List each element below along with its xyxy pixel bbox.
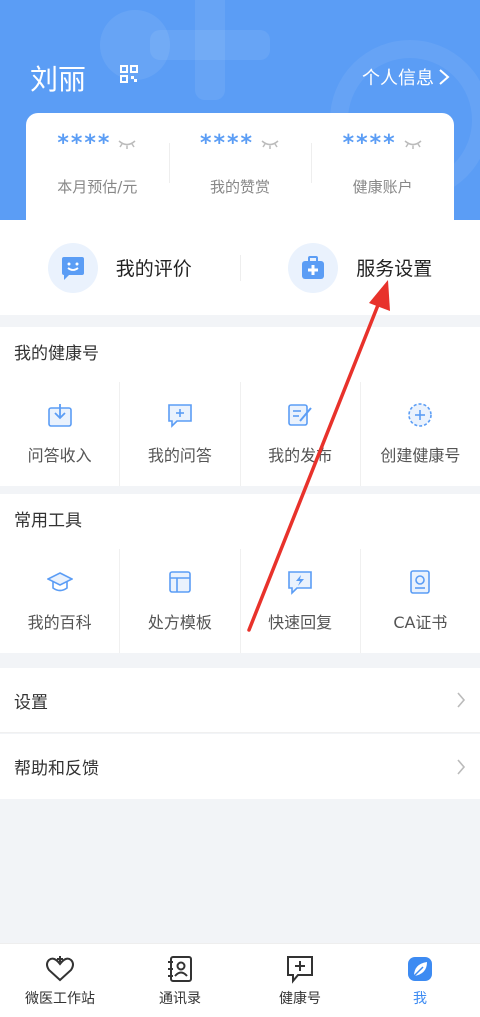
personal-info-label: 个人信息: [362, 68, 434, 89]
eye-closed-icon[interactable]: [403, 138, 423, 150]
stat-value: ****: [342, 131, 397, 156]
flash-chat-icon: [288, 571, 312, 595]
edit-doc-icon: [288, 404, 312, 426]
health-grid: 问答收入 我的问答 我的发布 创建健康号: [0, 382, 480, 486]
add-chat-icon: [287, 955, 313, 984]
stat-health-account[interactable]: **** 健康账户: [311, 113, 454, 223]
section-title: 我的健康号: [14, 344, 99, 364]
tab-label: 健康号: [279, 990, 321, 1007]
my-qa-button[interactable]: 我的问答: [120, 382, 241, 486]
help-feedback-label: 帮助和反馈: [14, 759, 99, 779]
settings-row[interactable]: 设置: [0, 668, 480, 733]
certificate-icon: [410, 570, 431, 594]
stats-card: **** 本月预估/元 **** 我的赞赏 **** 健康账户: [26, 113, 454, 223]
stat-value: ****: [57, 131, 112, 156]
leaf-icon: [408, 956, 432, 981]
my-encyclopedia-button[interactable]: 我的百科: [0, 549, 121, 653]
grid-label: CA证书: [393, 613, 448, 632]
smile-chat-icon: [47, 242, 98, 293]
stat-label: 本月预估/元: [57, 178, 138, 196]
section-title: 常用工具: [14, 511, 82, 531]
chevron-right-icon: [439, 69, 450, 85]
grad-cap-icon: [46, 572, 73, 592]
tab-workstation[interactable]: 微医工作站: [0, 944, 120, 1017]
chevron-right-icon: [457, 692, 466, 708]
ca-certificate-button[interactable]: CA证书: [361, 549, 480, 653]
qr-code-icon[interactable]: [120, 65, 138, 83]
personal-info-link[interactable]: 个人信息: [362, 64, 450, 90]
create-health-account-button[interactable]: 创建健康号: [361, 382, 480, 486]
template-icon: [169, 571, 191, 593]
grid-label: 我的发布: [268, 446, 333, 465]
tab-health-account[interactable]: 健康号: [240, 944, 360, 1017]
tab-me[interactable]: 我: [360, 944, 480, 1017]
service-settings-label: 服务设置: [356, 258, 433, 280]
workstation-icon: [46, 955, 74, 981]
stat-appreciation[interactable]: **** 我的赞赏: [168, 113, 312, 223]
settings-label: 设置: [14, 692, 48, 713]
tools-grid: 我的百科 处方模板 快速回复 CA证书: [0, 549, 480, 653]
header-decoration: [195, 0, 225, 100]
stat-value: ****: [199, 131, 255, 156]
eye-closed-icon[interactable]: [117, 138, 137, 150]
grid-label: 处方模板: [147, 613, 212, 632]
user-name: 刘丽: [30, 63, 87, 96]
grid-label: 创建健康号: [380, 446, 461, 465]
stat-monthly-estimate[interactable]: **** 本月预估/元: [26, 113, 169, 223]
health-account-section: 我的健康号 问答收入 我的问答 我的发布 创建健康号: [0, 327, 480, 486]
grid-label: 我的百科: [27, 613, 92, 632]
service-settings-button[interactable]: 服务设置: [241, 242, 480, 293]
quick-actions-row: 我的评价 服务设置: [0, 220, 480, 315]
prescription-template-button[interactable]: 处方模板: [120, 549, 241, 653]
my-posts-button[interactable]: 我的发布: [241, 382, 361, 486]
medical-kit-icon: [288, 242, 339, 293]
tab-label: 微医工作站: [25, 990, 95, 1007]
stat-label: 健康账户: [352, 178, 413, 196]
download-box-icon: [47, 404, 72, 427]
contacts-icon: [168, 955, 192, 982]
bottom-tab-bar: 微医工作站 通讯录 健康号 我: [0, 943, 480, 1017]
grid-label: 问答收入: [27, 446, 92, 465]
my-review-button[interactable]: 我的评价: [0, 242, 240, 293]
qa-income-button[interactable]: 问答收入: [0, 382, 121, 486]
eye-closed-icon[interactable]: [260, 138, 280, 150]
grid-label: 快速回复: [268, 613, 333, 632]
quick-reply-button[interactable]: 快速回复: [241, 549, 361, 653]
grid-label: 我的问答: [147, 446, 212, 465]
tab-contacts[interactable]: 通讯录: [120, 944, 240, 1017]
common-tools-section: 常用工具 我的百科 处方模板 快速回复 CA证书: [0, 494, 480, 653]
stat-label: 我的赞赏: [210, 178, 271, 196]
tab-label: 我: [413, 990, 427, 1007]
add-chat-icon: [168, 404, 192, 428]
add-circle-icon: [408, 403, 433, 427]
my-review-label: 我的评价: [115, 258, 192, 280]
help-feedback-row[interactable]: 帮助和反馈: [0, 734, 480, 799]
tab-label: 通讯录: [159, 990, 201, 1007]
chevron-right-icon: [457, 758, 466, 775]
